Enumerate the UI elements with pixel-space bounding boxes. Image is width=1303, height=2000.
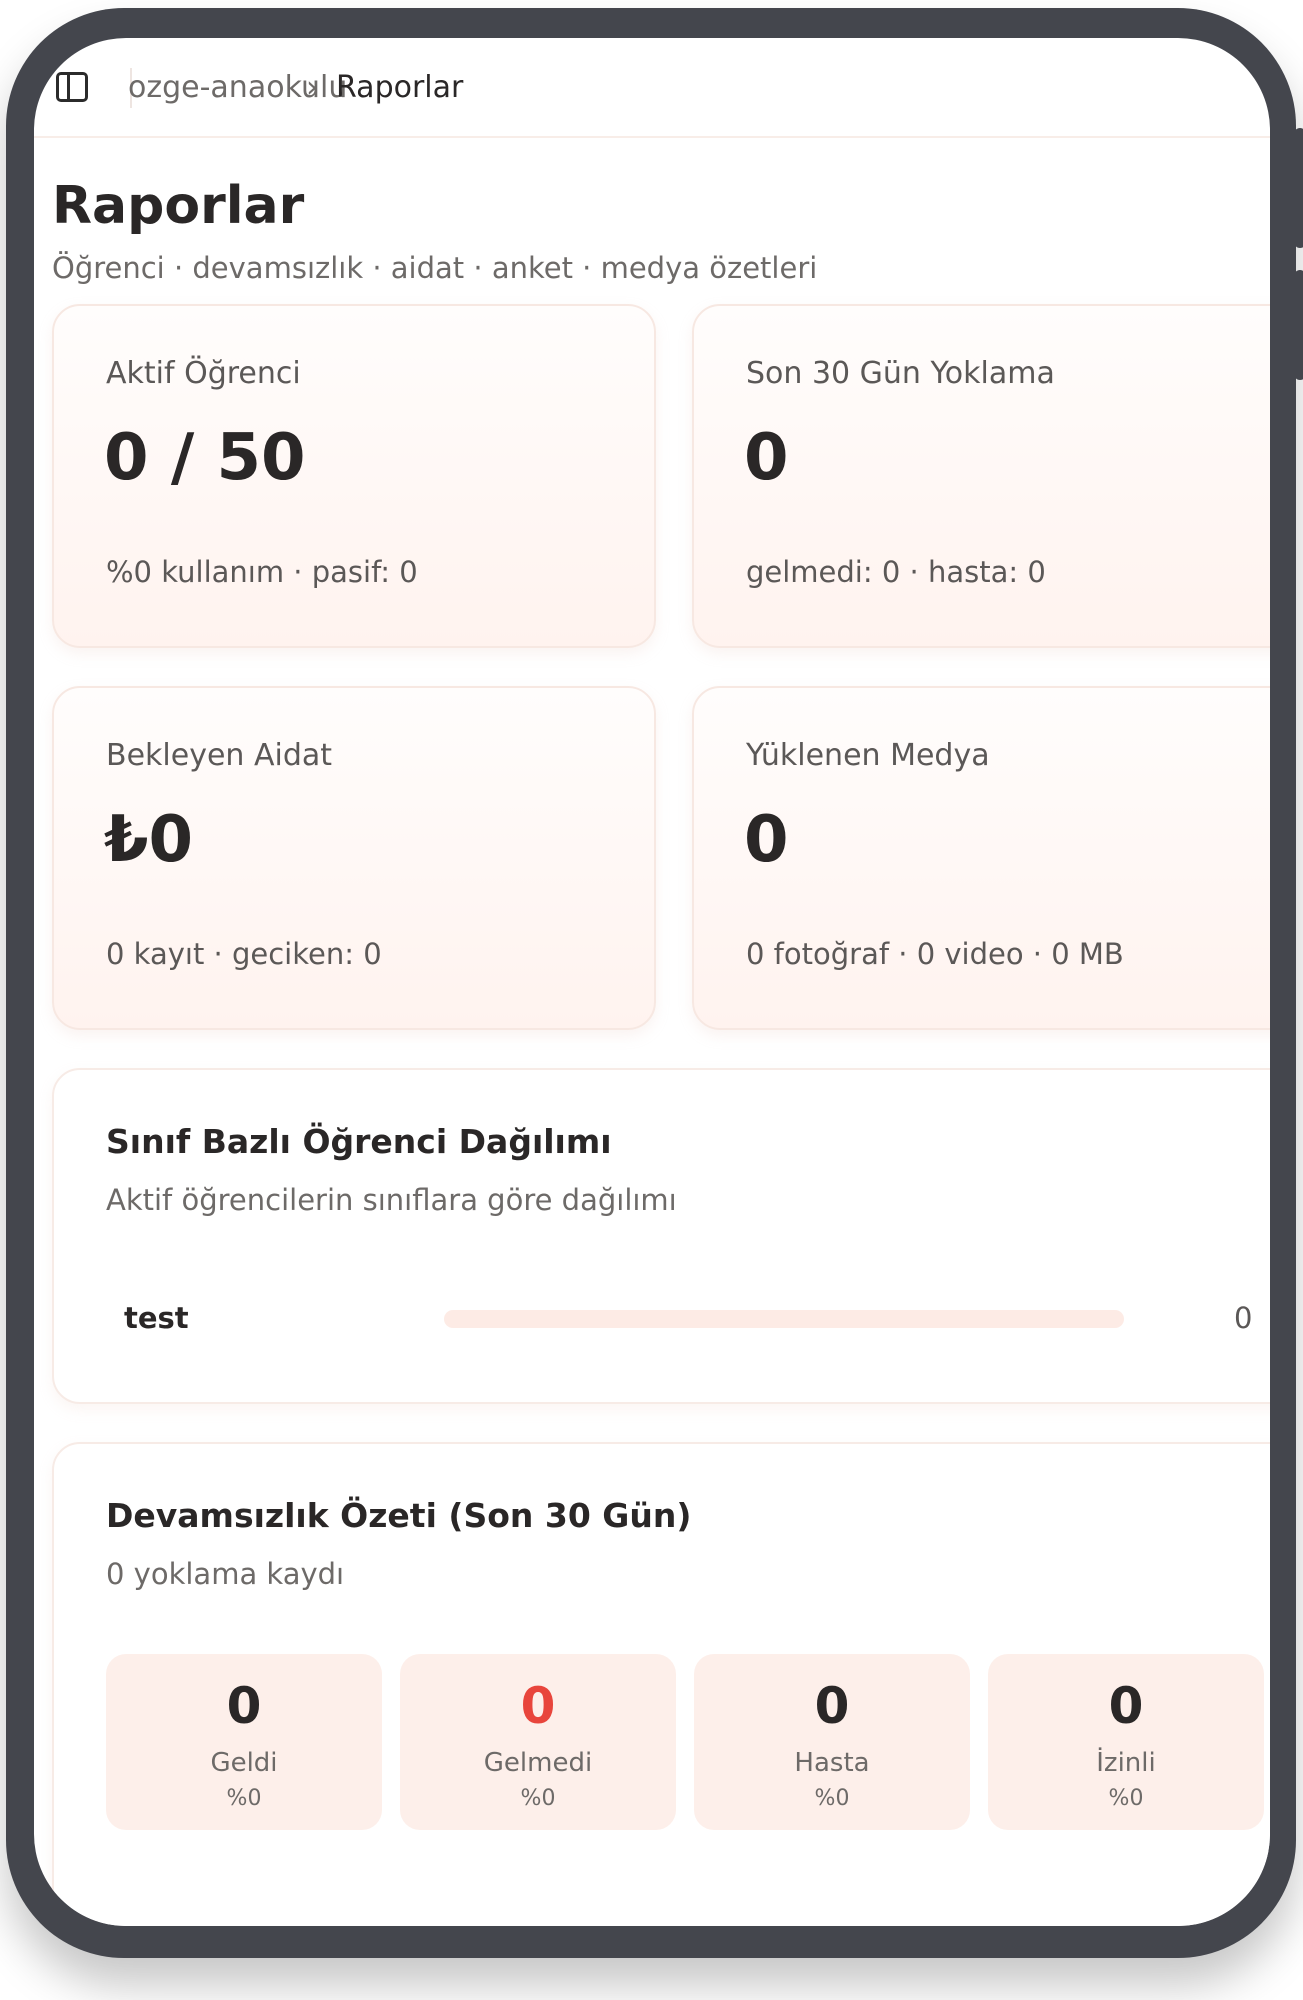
card-footnote: %0 kullanım · pasif: 0	[106, 555, 418, 589]
chevron-right-icon: ›	[306, 70, 318, 105]
stat-present: 0 Geldi %0	[106, 1654, 382, 1830]
tablet-frame: ozge-anaokulu › Raporlar Raporlar Öğrenc…	[6, 8, 1303, 1958]
card-label: Son 30 Gün Yoklama	[746, 356, 1055, 391]
stat-label: Geldi	[210, 1748, 278, 1778]
stat-absent: 0 Gelmedi %0	[400, 1654, 676, 1830]
section-title: Devamsızlık Özeti (Son 30 Gün)	[106, 1496, 692, 1535]
section-subtitle: Aktif öğrencilerin sınıflara göre dağılı…	[106, 1183, 677, 1217]
stat-value: 0	[226, 1677, 262, 1735]
breadcrumb-current: Raporlar	[336, 70, 464, 105]
stat-excused: 0 İzinli %0	[988, 1654, 1264, 1830]
stat-sick: 0 Hasta %0	[694, 1654, 970, 1830]
stat-label: Hasta	[794, 1748, 870, 1778]
stat-value: 0	[520, 1677, 556, 1735]
card-value: ₺0	[104, 803, 194, 877]
stat-percent: %0	[1108, 1786, 1144, 1811]
tablet-power-button	[1028, 8, 1122, 20]
app-screen: ozge-anaokulu › Raporlar Raporlar Öğrenc…	[34, 38, 1270, 1926]
attendance-card: Son 30 Gün Yoklama 0 gelmedi: 0 · hasta:…	[692, 304, 1270, 648]
page-subtitle: Öğrenci · devamsızlık · aidat · anket · …	[52, 251, 818, 285]
tablet-volume-up-button	[1294, 128, 1303, 248]
stat-value: 0	[1108, 1677, 1144, 1735]
class-student-count: 0	[1234, 1301, 1253, 1335]
stat-percent: %0	[226, 1786, 262, 1811]
section-subtitle: 0 yoklama kaydı	[106, 1557, 345, 1591]
class-progress-bar	[444, 1310, 1124, 1328]
class-distribution-panel: Sınıf Bazlı Öğrenci Dağılımı Aktif öğren…	[52, 1068, 1270, 1404]
class-name: test	[124, 1301, 189, 1335]
card-value: 0 / 50	[104, 421, 306, 495]
active-students-card: Aktif Öğrenci 0 / 50 %0 kullanım · pasif…	[52, 304, 656, 648]
sidebar-toggle-icon[interactable]	[56, 72, 88, 102]
card-label: Aktif Öğrenci	[106, 356, 301, 391]
card-value: 0	[744, 421, 789, 495]
card-footnote: 0 kayıt · geciken: 0	[106, 937, 382, 971]
page-title: Raporlar	[52, 176, 305, 236]
card-value: 0	[744, 803, 789, 877]
tablet-volume-down-button	[1294, 270, 1303, 380]
stat-value: 0	[814, 1677, 850, 1735]
pending-fees-card: Bekleyen Aidat ₺0 0 kayıt · geciken: 0	[52, 686, 656, 1030]
uploaded-media-card: Yüklenen Medya 0 0 fotoğraf · 0 video · …	[692, 686, 1270, 1030]
card-footnote: 0 fotoğraf · 0 video · 0 MB	[746, 937, 1124, 971]
stat-label: Gelmedi	[483, 1748, 593, 1778]
card-label: Bekleyen Aidat	[106, 738, 333, 773]
card-label: Yüklenen Medya	[746, 738, 990, 773]
stat-percent: %0	[520, 1786, 556, 1811]
stat-label: İzinli	[1096, 1748, 1156, 1778]
section-title: Sınıf Bazlı Öğrenci Dağılımı	[106, 1122, 612, 1161]
stat-percent: %0	[814, 1786, 850, 1811]
absence-summary-panel: Devamsızlık Özeti (Son 30 Gün) 0 yoklama…	[52, 1442, 1270, 1926]
top-bar: ozge-anaokulu › Raporlar	[34, 38, 1270, 138]
card-footnote: gelmedi: 0 · hasta: 0	[746, 555, 1046, 589]
